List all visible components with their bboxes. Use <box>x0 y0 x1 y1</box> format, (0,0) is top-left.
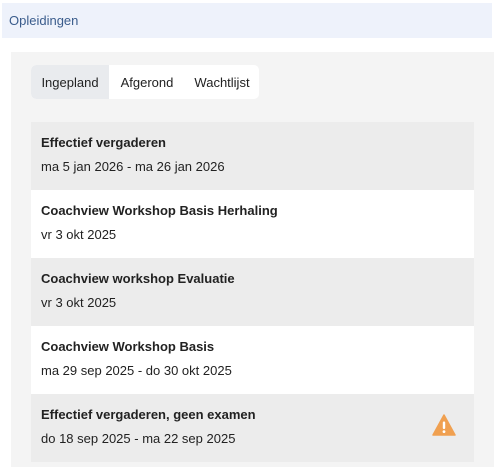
warning-triangle-icon <box>432 414 456 436</box>
training-dates: do 18 sep 2025 - ma 22 sep 2025 <box>41 431 236 446</box>
list-item[interactable]: Coachview Workshop Basis Herhaling vr 3 … <box>31 190 474 258</box>
section-header: Opleidingen <box>2 3 492 38</box>
training-title: Effectief vergaderen, geen examen <box>41 407 256 422</box>
tab-afgerond[interactable]: Afgerond <box>109 65 185 99</box>
list-item[interactable]: Effectief vergaderen, geen examen do 18 … <box>31 394 474 462</box>
section-title: Opleidingen <box>9 13 79 28</box>
training-dates: vr 3 okt 2025 <box>41 227 117 242</box>
training-dates: ma 29 sep 2025 - do 30 okt 2025 <box>41 363 232 378</box>
tab-bar: Ingepland Afgerond Wachtlijst <box>31 65 259 99</box>
training-title: Effectief vergaderen <box>41 135 166 150</box>
tab-ingepland[interactable]: Ingepland <box>31 65 109 99</box>
training-title: Coachview workshop Evaluatie <box>41 271 235 286</box>
trainings-panel: Ingepland Afgerond Wachtlijst Effectief … <box>11 52 494 467</box>
training-title: Coachview Workshop Basis <box>41 339 215 354</box>
tab-wachtlijst[interactable]: Wachtlijst <box>185 65 259 99</box>
list-item[interactable]: Coachview Workshop Basis ma 29 sep 2025 … <box>31 326 474 394</box>
list-item[interactable]: Effectief vergaderen ma 5 jan 2026 - ma … <box>31 122 474 190</box>
list-item[interactable]: Coachview workshop Evaluatie vr 3 okt 20… <box>31 258 474 326</box>
training-title: Coachview Workshop Basis Herhaling <box>41 203 278 218</box>
training-list: Effectief vergaderen ma 5 jan 2026 - ma … <box>31 122 474 462</box>
training-dates: ma 5 jan 2026 - ma 26 jan 2026 <box>41 159 225 174</box>
training-dates: vr 3 okt 2025 <box>41 295 117 310</box>
